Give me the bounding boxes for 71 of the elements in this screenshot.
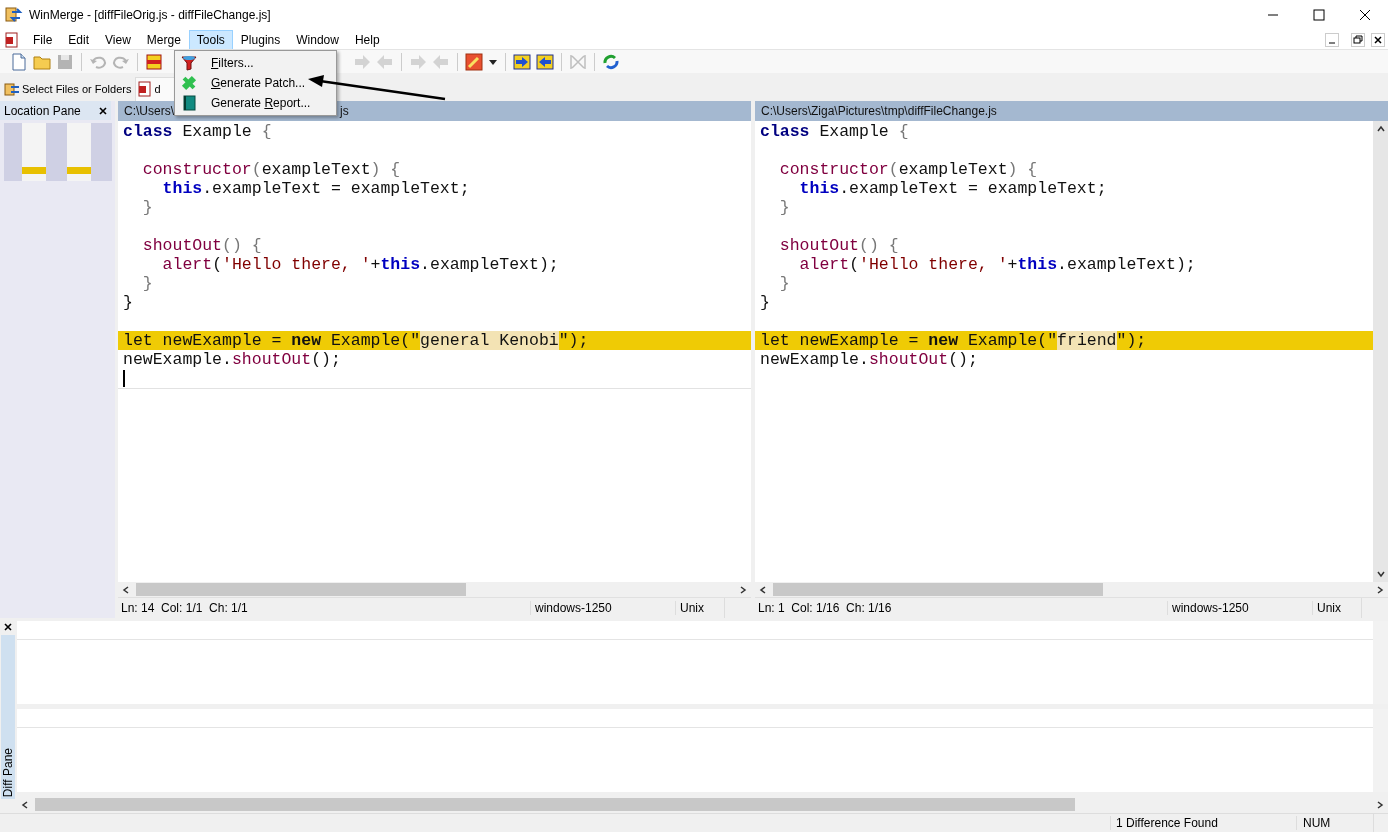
code-line: shoutOut() { [141, 236, 262, 255]
patch-icon [181, 75, 197, 91]
scroll-left-icon[interactable] [122, 585, 130, 594]
merge-icon[interactable] [145, 52, 163, 71]
refresh-icon[interactable] [602, 52, 620, 71]
code-line: alert('Hello there, '+this.exampleText); [161, 255, 559, 274]
code-line: newExample.shoutOut(); [123, 350, 341, 369]
code-line: } [760, 293, 770, 312]
code-line: } [778, 274, 790, 293]
scroll-right-icon[interactable] [1376, 585, 1384, 594]
new-file-icon[interactable] [10, 52, 28, 71]
status-message: 1 Difference Found [1110, 816, 1296, 830]
code-line: } [141, 274, 153, 293]
menu-item[interactable]: Help [346, 29, 388, 50]
menu-item[interactable]: Edit [60, 29, 98, 50]
close-icon[interactable] [1359, 9, 1371, 21]
scroll-right-icon[interactable] [1376, 800, 1384, 809]
folder-icon [4, 81, 20, 97]
menu-item[interactable]: Merge [138, 29, 189, 50]
wrench-icon[interactable] [465, 52, 483, 71]
code-line: newExample.shoutOut(); [760, 350, 978, 369]
code-line: this.exampleText = exampleText; [798, 179, 1107, 198]
menu-item[interactable]: Plugins [232, 29, 289, 50]
code-line: constructor(exampleText) { [778, 160, 1038, 179]
minimize-icon[interactable] [1325, 32, 1339, 47]
code-line: constructor(exampleText) { [141, 160, 401, 179]
code-line: shoutOut() { [778, 236, 899, 255]
code-line: class Example { [760, 122, 909, 141]
scroll-left-icon[interactable] [759, 585, 767, 594]
copy-right-icon[interactable] [513, 52, 531, 71]
encoding-label: windows-1250 [530, 601, 675, 615]
scroll-right-icon[interactable] [739, 585, 747, 594]
document-icon[interactable] [5, 31, 19, 48]
cursor-position: Ln: 14 Col: 1/1 Ch: 1/1 [120, 601, 249, 615]
copy-left-icon[interactable] [536, 52, 554, 71]
scroll-left-icon[interactable] [21, 800, 29, 809]
document-icon [138, 81, 153, 97]
scroll-up-icon[interactable] [1376, 125, 1385, 133]
encoding-label: windows-1250 [1167, 601, 1312, 615]
code-line: this.exampleText = exampleText; [161, 179, 470, 198]
num-lock-indicator: NUM [1296, 816, 1373, 830]
menu-item[interactable]: View [97, 29, 139, 50]
funnel-icon [181, 55, 197, 71]
line-ending-label: Unix [1312, 601, 1361, 615]
text-cursor [123, 370, 125, 388]
menu-item[interactable]: Filters... [175, 53, 336, 73]
menu-item[interactable]: Generate Patch... [175, 73, 336, 93]
code-line: let newExample = new Example("friend"); [760, 331, 1147, 350]
pane-title: Diff Pane [0, 747, 15, 797]
vertical-scrollbar[interactable] [1373, 121, 1388, 582]
close-icon[interactable] [99, 107, 107, 115]
pane-title: Location Pane [4, 104, 81, 118]
book-icon [181, 95, 197, 111]
line-ending-label: Unix [675, 601, 724, 615]
code-line: } [141, 198, 153, 217]
menu-item[interactable]: File [25, 29, 61, 50]
close-icon[interactable] [3, 623, 12, 631]
menu-item[interactable]: Window [288, 29, 347, 50]
code-line: alert('Hello there, '+this.exampleText); [798, 255, 1196, 274]
app-icon [5, 6, 23, 24]
code-line: } [123, 293, 133, 312]
file-path-header: C:\Users\Ziga\Pictures\tmp\diffFileChange.js [755, 101, 1388, 121]
code-line: } [778, 198, 790, 217]
restore-icon[interactable] [1351, 32, 1365, 47]
maximize-icon[interactable] [1313, 9, 1325, 21]
window-title: WinMerge - [diffFileOrig.js - diffFileChange.js] [29, 8, 271, 22]
cursor-position: Ln: 1 Col: 1/16 Ch: 1/16 [757, 601, 893, 615]
scroll-down-icon[interactable] [1376, 570, 1385, 578]
code-line: class Example { [123, 122, 272, 141]
menu-item[interactable]: Tools [188, 29, 233, 50]
code-line: let newExample = new Example("general Kenobi"); [123, 331, 589, 350]
